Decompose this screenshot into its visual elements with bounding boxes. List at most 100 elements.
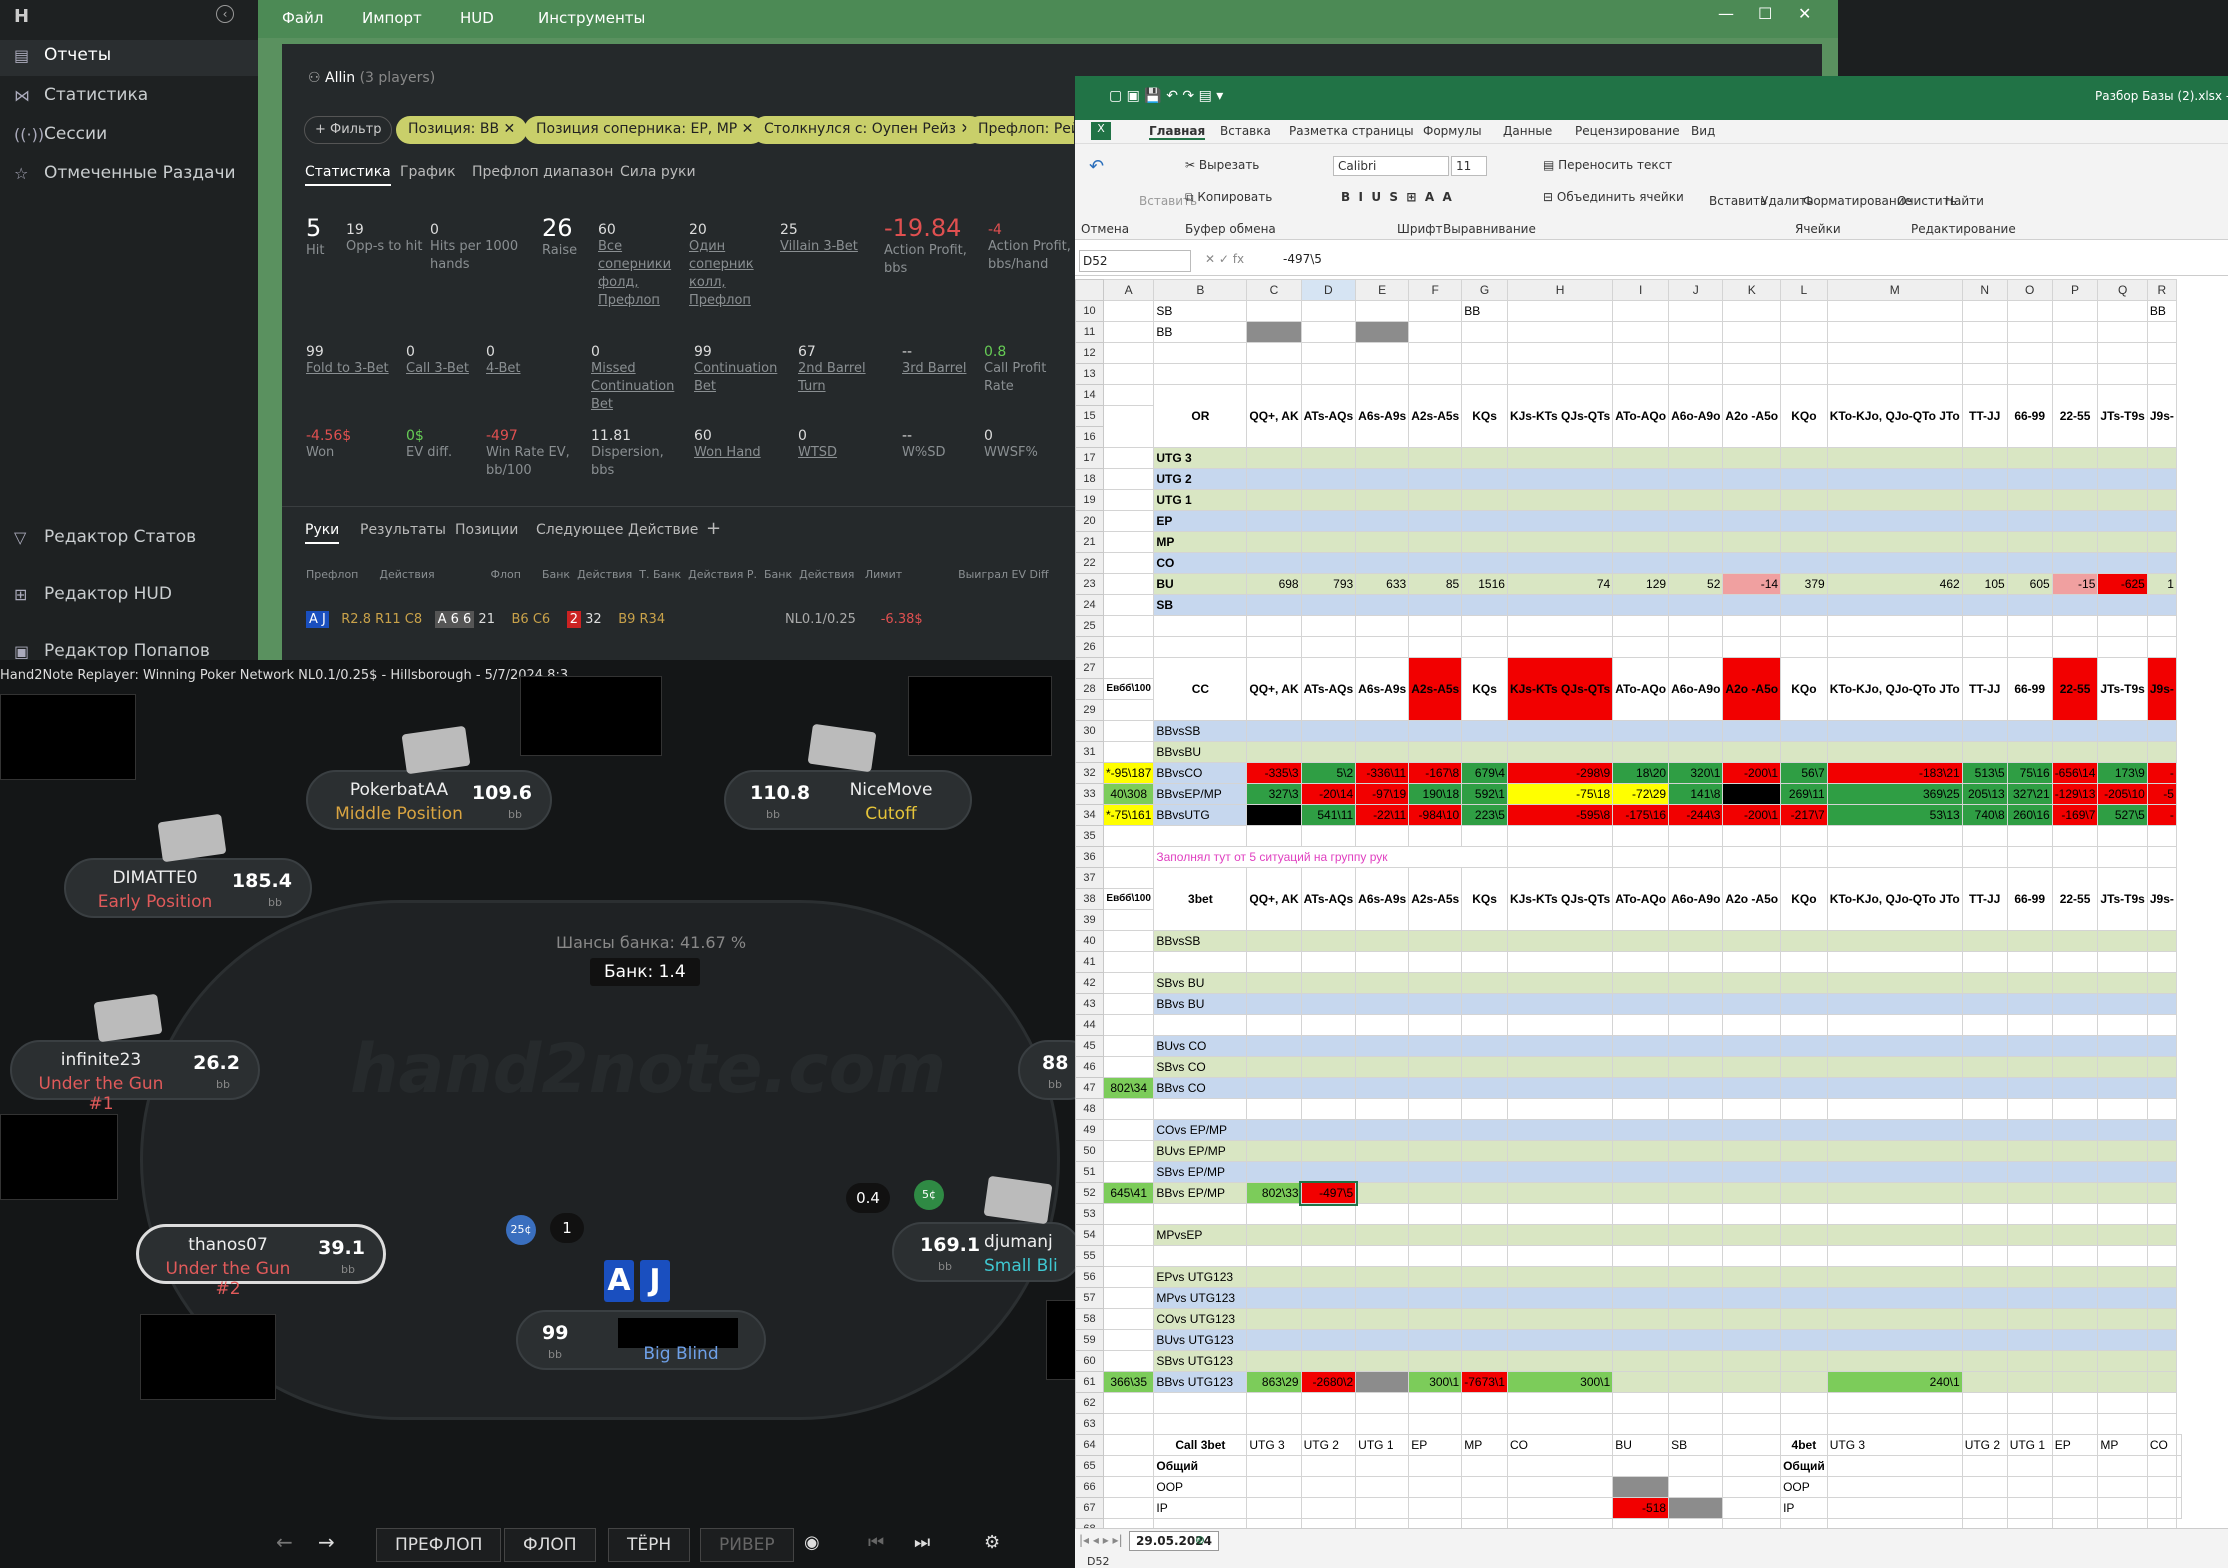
add-sheet-icon[interactable]: ⊕ xyxy=(1195,1533,1205,1547)
cell[interactable]: 56\7 xyxy=(1780,762,1828,784)
cell[interactable] xyxy=(1355,321,1410,343)
cell[interactable]: -200\1 xyxy=(1722,762,1782,784)
cell[interactable]: 541\11 xyxy=(1300,804,1357,826)
cell[interactable] xyxy=(2146,1140,2177,1162)
cell[interactable] xyxy=(2051,363,2099,385)
cell[interactable] xyxy=(1780,1308,1828,1330)
cell[interactable]: 74 xyxy=(1506,573,1614,595)
cell[interactable] xyxy=(1722,1056,1782,1078)
cell[interactable] xyxy=(1961,1161,2008,1183)
cell[interactable] xyxy=(1961,363,2008,385)
cell[interactable] xyxy=(1722,1140,1782,1162)
cell[interactable] xyxy=(1826,1413,1963,1435)
cell[interactable] xyxy=(1961,510,2008,532)
cell[interactable] xyxy=(1961,468,2008,490)
cell[interactable]: 802\34 xyxy=(1102,1077,1155,1099)
cell[interactable] xyxy=(1612,363,1670,385)
cell[interactable]: TT-JJ xyxy=(1961,657,2008,721)
cell[interactable] xyxy=(2051,468,2099,490)
cell[interactable] xyxy=(1355,1371,1410,1393)
cell[interactable] xyxy=(1961,300,2008,322)
row-header[interactable]: 46 xyxy=(1075,1056,1104,1078)
cell[interactable] xyxy=(1506,1056,1614,1078)
collapse-icon[interactable]: ‹ xyxy=(216,5,234,23)
cell[interactable] xyxy=(2175,1476,2182,1498)
cell[interactable]: - xyxy=(2146,762,2177,784)
cell[interactable] xyxy=(1102,1098,1155,1120)
cell[interactable] xyxy=(2051,1014,2099,1036)
col-header[interactable]: E xyxy=(1355,279,1410,301)
cell[interactable] xyxy=(1612,1014,1670,1036)
cell[interactable] xyxy=(2006,1035,2053,1057)
cell[interactable] xyxy=(1246,1350,1302,1372)
cell[interactable] xyxy=(1961,1497,2008,1519)
tab-graph[interactable]: График xyxy=(400,164,456,180)
cell[interactable] xyxy=(1102,594,1155,616)
cell[interactable] xyxy=(1461,1245,1508,1267)
seat-cutoff[interactable]: 110.8 bb NiceMove Cutoff xyxy=(724,770,972,830)
row-header[interactable]: 47 xyxy=(1075,1077,1104,1099)
cell[interactable]: -336\11 xyxy=(1355,762,1410,784)
seat-utg2[interactable]: thanos07 Under the Gun #2 39.1 bb xyxy=(136,1224,386,1299)
cell[interactable]: A6o-A9o xyxy=(1668,657,1724,721)
cell[interactable] xyxy=(1246,1014,1302,1036)
cell[interactable] xyxy=(2097,1455,2148,1477)
cell[interactable] xyxy=(1246,1056,1302,1078)
cell[interactable] xyxy=(2051,1287,2099,1309)
cell[interactable]: UTG 3 xyxy=(1826,1434,1963,1456)
cell[interactable] xyxy=(1826,1392,1963,1414)
cell[interactable] xyxy=(2146,1224,2177,1246)
cell[interactable]: 3bet xyxy=(1153,867,1248,931)
cell[interactable] xyxy=(1461,1182,1508,1204)
cell[interactable] xyxy=(1246,1287,1302,1309)
row-header[interactable]: 43 xyxy=(1075,993,1104,1015)
cell[interactable] xyxy=(2097,1098,2148,1120)
row-header[interactable]: 19 xyxy=(1075,489,1104,511)
cell[interactable] xyxy=(2175,1455,2182,1477)
cell[interactable] xyxy=(1246,1098,1302,1120)
cell[interactable] xyxy=(1355,825,1410,847)
cell[interactable] xyxy=(1612,825,1670,847)
cell[interactable] xyxy=(1826,1056,1963,1078)
cell[interactable] xyxy=(2097,594,2148,616)
cell[interactable] xyxy=(2146,720,2177,742)
cell[interactable] xyxy=(2097,1329,2148,1351)
cell[interactable] xyxy=(2097,972,2148,994)
row-header[interactable]: 42 xyxy=(1075,972,1104,994)
cell[interactable] xyxy=(1355,1476,1410,1498)
cell[interactable] xyxy=(1506,720,1614,742)
cell[interactable] xyxy=(1408,594,1463,616)
cell[interactable] xyxy=(1506,489,1614,511)
cell[interactable] xyxy=(1961,1413,2008,1435)
cell[interactable] xyxy=(2051,342,2099,364)
cell[interactable] xyxy=(2006,1287,2053,1309)
stat-villain-3bet[interactable]: 25 Villain 3-Bet xyxy=(780,222,870,256)
cell[interactable]: 679\4 xyxy=(1461,762,1508,784)
cell[interactable] xyxy=(1355,1287,1410,1309)
cell[interactable] xyxy=(2146,447,2177,469)
cell[interactable] xyxy=(1408,993,1463,1015)
cell[interactable] xyxy=(1668,720,1724,742)
cell[interactable] xyxy=(1722,1308,1782,1330)
cell[interactable] xyxy=(1300,1224,1357,1246)
cell[interactable]: BUvs EP/MP xyxy=(1153,1140,1248,1162)
cell[interactable] xyxy=(2097,363,2148,385)
cell[interactable]: KTo-KJo, QJo-QTo JTo xyxy=(1826,867,1963,931)
cell[interactable] xyxy=(1612,1098,1670,1120)
row-header[interactable]: 12 xyxy=(1075,342,1104,364)
cell[interactable] xyxy=(1506,363,1614,385)
cell[interactable] xyxy=(1300,1098,1357,1120)
cell[interactable] xyxy=(1612,636,1670,658)
cell[interactable] xyxy=(2006,1329,2053,1351)
cell[interactable] xyxy=(2097,1203,2148,1225)
cell[interactable] xyxy=(1246,489,1302,511)
font-name-field[interactable]: Calibri xyxy=(1333,156,1449,176)
cell[interactable] xyxy=(1102,741,1155,763)
cell[interactable] xyxy=(1355,993,1410,1015)
cell[interactable]: SB xyxy=(1153,594,1248,616)
cell[interactable] xyxy=(1612,951,1670,973)
cell[interactable] xyxy=(1612,468,1670,490)
cell[interactable] xyxy=(1612,1413,1670,1435)
row-header[interactable]: 31 xyxy=(1075,741,1104,763)
tab-formulas[interactable]: Формулы xyxy=(1423,124,1482,138)
